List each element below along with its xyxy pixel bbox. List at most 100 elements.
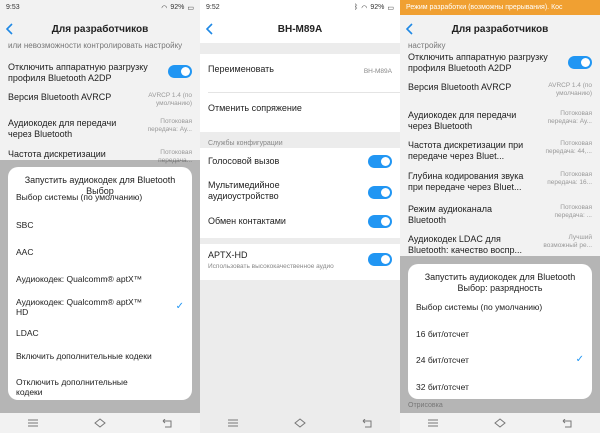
dialog-title: Запустить аудиокодек для Bluetooth Выбор… [424, 272, 576, 293]
checkmark-icon: ✓ [175, 301, 184, 312]
menu-icon[interactable] [428, 419, 438, 427]
ldac-quality-row[interactable]: Аудиокодек LDAC для Bluetooth: качество … [408, 234, 592, 256]
codec-dialog: Запустить аудиокодек для Bluetooth Выбор… [8, 167, 192, 400]
sample-rate-row[interactable]: Частота дискретизации Потоковая передача… [8, 149, 192, 164]
aptx-row[interactable]: APTX-HD Использовать высококачественное … [208, 250, 392, 272]
checkmark-icon: ✓ [575, 354, 584, 365]
audio-codec-row[interactable]: Аудиокодек для передачи через Bluetooth … [8, 118, 192, 140]
back-icon[interactable] [162, 418, 172, 428]
page-title: BH-M89A [277, 23, 323, 35]
row-value: AVRCP 1.4 (по умолчанию) [148, 92, 192, 107]
nav-bar [400, 413, 600, 433]
dialog-option-selected[interactable]: Аудиокодек: Qualcomm® aptX™ HD ✓ [16, 297, 184, 317]
channel-mode-row[interactable]: Режим аудиоканала Bluetooth Потоковая пе… [408, 204, 592, 226]
service-label: Обмен контактами [208, 216, 286, 226]
unpair-row[interactable]: Отменить сопряжение [208, 103, 392, 114]
wifi-icon: ◠ [161, 4, 168, 12]
media-audio-toggle[interactable] [368, 186, 392, 199]
a2dp-offload-toggle[interactable] [168, 65, 192, 78]
avrcp-row[interactable]: Версия Bluetooth AVRCP AVRCP 1.4 (по умо… [408, 82, 592, 97]
audio-codec-row[interactable]: Аудиокодек для передачи через Bluetooth … [408, 110, 592, 132]
row-label: Отключить аппаратную разгрузку профиля B… [408, 52, 548, 73]
back-icon[interactable] [362, 418, 372, 428]
service-label: Мультимедийное аудиоустройство [208, 180, 280, 201]
home-icon[interactable] [94, 418, 106, 428]
wifi-icon: ◠ [361, 4, 368, 12]
bluetooth-icon: ᛒ [354, 4, 359, 11]
device-name-value: BH-M89A [363, 68, 392, 75]
option-label: Аудиокодек: Qualcomm® aptX™ HD [16, 297, 143, 317]
row-label: Глубина кодирования звука при передаче ч… [408, 171, 524, 192]
row-label: Версия Bluetooth AVRCP [408, 82, 512, 92]
row-value: Потоковая передача: Ау... [147, 118, 192, 133]
rename-label: Переименовать [208, 64, 274, 74]
row-label: Частота дискретизации [8, 149, 106, 159]
row-value: AVRCP 1.4 (по умолчанию) [548, 82, 592, 97]
a2dp-offload-row[interactable]: Отключить аппаратную разгрузку профиля B… [408, 52, 592, 74]
aptx-hd-toggle[interactable] [368, 253, 392, 266]
right-screen: Режим разработки (возможны прерывания). … [400, 0, 600, 433]
nav-bar [200, 413, 400, 433]
service-row-contacts[interactable]: Обмен контактами [208, 215, 392, 228]
rename-row[interactable]: Переименовать BH-M89A [208, 64, 392, 75]
divider [208, 92, 400, 93]
status-time: 9:53 [6, 4, 20, 11]
back-arrow-icon[interactable] [200, 15, 220, 43]
back-arrow-icon[interactable] [400, 15, 420, 43]
contacts-toggle[interactable] [368, 215, 392, 228]
app-bar: Для разработчиков [0, 15, 200, 43]
battery-icon: ▭ [387, 4, 394, 12]
dialog-option[interactable]: Выбор системы (по умолчанию) [16, 192, 184, 202]
battery-level: 92% [170, 4, 185, 11]
row-value: Потоковая передача: 44,... [545, 140, 592, 155]
service-row-media[interactable]: Мультимедийное аудиоустройство [208, 180, 328, 202]
dialog-option[interactable]: AAC [16, 247, 184, 257]
avrcp-row[interactable]: Версия Bluetooth AVRCP AVRCP 1.4 (по умо… [8, 92, 192, 107]
row-label: Отключить аппаратную разгрузку профиля B… [8, 62, 148, 83]
dialog-option[interactable]: 32 бит/отсчет [416, 382, 584, 392]
aptx-card: APTX-HD Использовать высококачественное … [200, 244, 400, 280]
row-label: или невозможности контролировать настрой… [8, 41, 183, 50]
voice-call-toggle[interactable] [368, 155, 392, 168]
dialog-option[interactable]: Отключить дополнительные кодеки [16, 377, 156, 397]
settings-row: настройку [408, 41, 446, 50]
sample-rate-row[interactable]: Частота дискретизации при передаче через… [408, 140, 592, 162]
dialog-option-selected[interactable]: 24 бит/отсчет ✓ [416, 354, 584, 366]
device-card: Переименовать BH-M89A Отменить сопряжени… [200, 54, 400, 132]
home-icon[interactable] [294, 418, 306, 428]
dialog-option[interactable]: LDAC [16, 328, 184, 338]
battery-level: 92% [370, 4, 385, 11]
home-icon[interactable] [494, 418, 506, 428]
row-label: Частота дискретизации при передаче через… [408, 140, 524, 161]
service-row-voice[interactable]: Голосовой вызов [208, 155, 392, 168]
menu-icon[interactable] [28, 419, 38, 427]
status-bar: 9:52 ᛒ ◠ 92% ▭ [200, 0, 400, 15]
row-value: Лучший возможный ре... [543, 234, 592, 249]
option-label: 24 бит/отсчет [416, 355, 469, 365]
bit-depth-row[interactable]: Глубина кодирования звука при передаче ч… [408, 171, 592, 193]
battery-icon: ▭ [187, 4, 194, 12]
status-time: 9:52 [206, 4, 220, 11]
dialog-option[interactable]: Выбор системы (по умолчанию) [416, 302, 584, 312]
service-label: Голосовой вызов [208, 156, 280, 166]
bit-depth-dialog: Запустить аудиокодек для Bluetooth Выбор… [408, 264, 592, 399]
back-icon[interactable] [562, 418, 572, 428]
row-label: Версия Bluetooth AVRCP [8, 92, 112, 102]
aptx-label: APTX-HD [208, 250, 248, 260]
page-title: Для разработчиков [51, 23, 149, 35]
row-label: Режим аудиоканала Bluetooth [408, 204, 493, 225]
dialog-option[interactable]: Аудиокодек: Qualcomm® aptX™ [16, 274, 184, 284]
a2dp-offload-toggle[interactable] [568, 56, 592, 69]
nav-bar [0, 413, 200, 433]
back-arrow-icon[interactable] [0, 15, 20, 43]
dialog-option[interactable]: SBC [16, 220, 184, 230]
status-bar: 9:53 ◠ 92% ▭ [0, 0, 200, 15]
dialog-option[interactable]: 16 бит/отсчет [416, 329, 584, 339]
a2dp-offload-row[interactable]: Отключить аппаратную разгрузку профиля B… [8, 62, 192, 84]
app-bar: Для разработчиков [400, 15, 600, 43]
left-screen: 9:53 ◠ 92% ▭ Для разработчиков или невоз… [0, 0, 200, 433]
row-label: Аудиокодек для передачи через Bluetooth [8, 118, 117, 139]
dialog-option[interactable]: Включить дополнительные кодеки [16, 351, 156, 361]
section-header: Отрисовка [408, 402, 443, 409]
menu-icon[interactable] [228, 419, 238, 427]
